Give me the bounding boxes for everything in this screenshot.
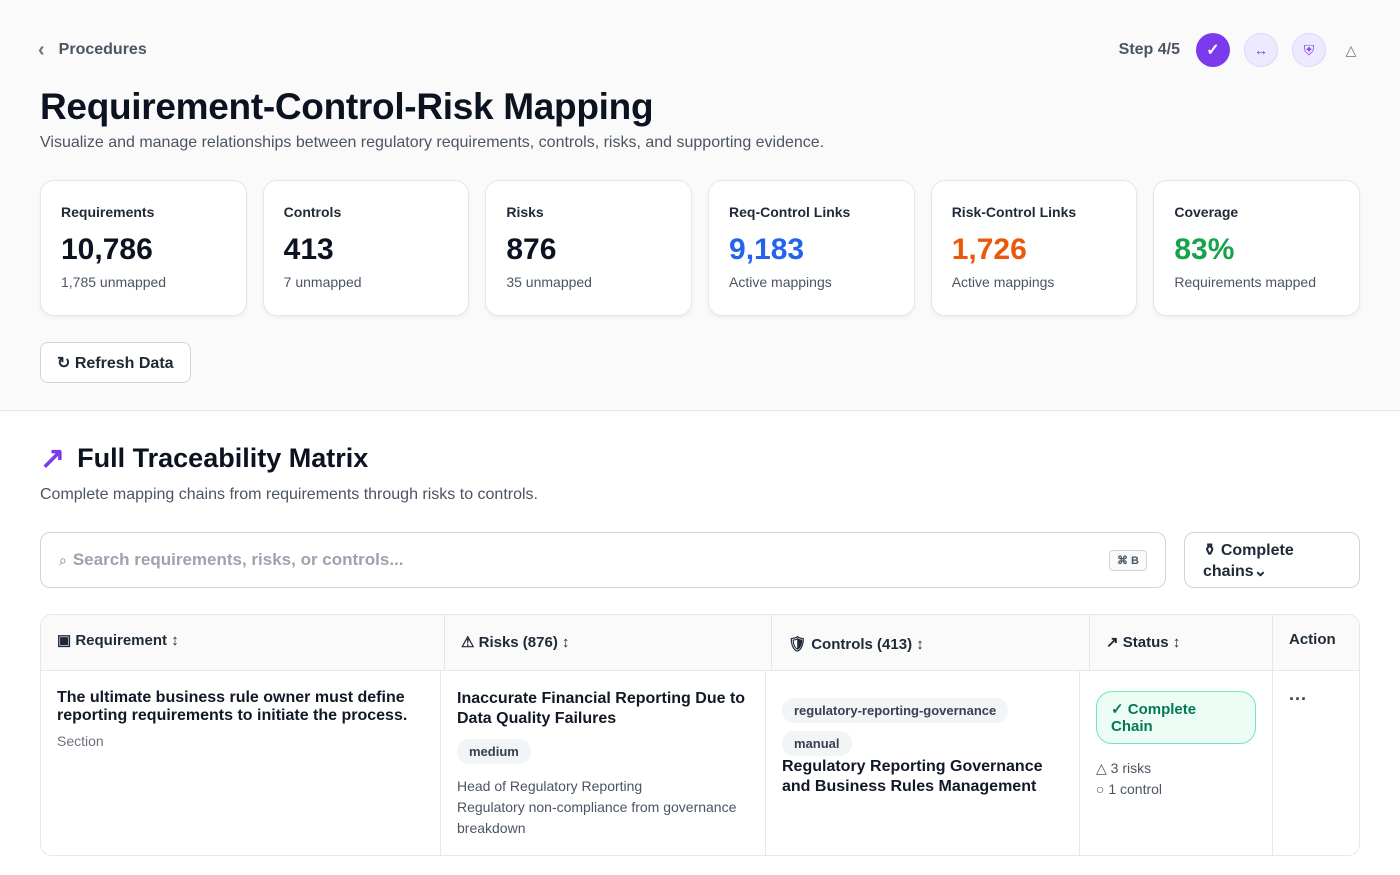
search-bar[interactable]: ⌕ ⌘ B (40, 532, 1166, 588)
trend-arrow-icon: ↗ (40, 441, 66, 475)
stat-cards: Requirements 10,786 1,785 unmapped Contr… (40, 180, 1361, 316)
status-badge: ✓ Complete Chain (1096, 691, 1256, 744)
stat-card-risk-control-links: Risk-Control Links 1,726 Active mappings (930, 180, 1138, 316)
column-header-controls[interactable]: 🛡 Controls (413) ↕ (772, 615, 1090, 671)
stat-label: Risk-Control Links (951, 204, 1077, 220)
stat-card-coverage: Coverage 83% Requirements mapped (1153, 180, 1361, 316)
shield-icon[interactable]: ⛨ (1292, 33, 1326, 67)
stat-label: Risks (506, 204, 544, 220)
page-subtitle: Visualize and manage relationships betwe… (40, 134, 825, 151)
stat-label: Req-Control Links (729, 204, 851, 220)
stat-value: 876 (506, 233, 557, 266)
warning-triangle-icon[interactable]: △ (1340, 33, 1362, 67)
step-label: Step 4/5 (1118, 41, 1180, 58)
back-label: Procedures (58, 41, 147, 58)
column-header-risks[interactable]: ⚠ Risks (876) ↕ (445, 615, 772, 671)
control-tag-badge: regulatory-reporting-governance (782, 698, 1009, 723)
more-actions-icon[interactable]: ··· (1289, 689, 1307, 709)
stat-note: 7 unmapped (283, 274, 362, 290)
requirement-cell: The ultimate business rule owner must de… (41, 671, 441, 855)
filter-label-line2: chains⌄ (1203, 563, 1268, 580)
search-input[interactable] (72, 550, 1109, 570)
risk-owner: Head of Regulatory Reporting (457, 778, 643, 794)
column-header-status[interactable]: ↗ Status ↕ (1090, 615, 1273, 671)
stat-label: Requirements (61, 204, 155, 220)
stat-note: 1,785 unmapped (61, 274, 167, 290)
stat-label: Controls (283, 204, 342, 220)
requirement-type: Section (57, 733, 104, 749)
stat-label: Coverage (1174, 204, 1239, 220)
stat-value: 83% (1174, 233, 1235, 266)
page-header-area: ‹ Procedures Step 4/5 ✓ ↔ ⛨ △ Requiremen… (0, 0, 1400, 411)
filter-label-line1: ⚱ Complete (1203, 542, 1294, 559)
stat-value: 413 (283, 233, 334, 266)
control-title: Regulatory Reporting Governance and Busi… (782, 758, 1043, 795)
stat-note: 35 unmapped (506, 274, 592, 290)
stat-card-req-control-links: Req-Control Links 9,183 Active mappings (708, 180, 915, 316)
stat-note: Active mappings (951, 274, 1055, 290)
control-count: ○ 1 control (1096, 781, 1163, 797)
status-cell: ✓ Complete Chain △ 3 risks ○ 1 control (1080, 671, 1273, 855)
link-arrows-icon[interactable]: ↔ (1244, 33, 1278, 67)
control-cell: regulatory-reporting-governance manual R… (766, 671, 1080, 855)
stat-note: Requirements mapped (1174, 274, 1316, 290)
requirement-text: The ultimate business rule owner must de… (57, 689, 408, 724)
risk-description: Regulatory non-compliance from governanc… (457, 799, 737, 836)
stat-value: 1,726 (951, 233, 1027, 266)
column-header-requirement[interactable]: ▣ Requirement ↕ (41, 615, 445, 671)
page-title: Requirement-Control-Risk Mapping (40, 86, 654, 127)
keyboard-shortcut-badge: ⌘ B (1109, 549, 1147, 571)
step-indicator: Step 4/5 ✓ ↔ ⛨ △ (1119, 33, 1362, 67)
check-icon[interactable]: ✓ (1196, 33, 1230, 67)
chain-filter-dropdown[interactable]: ⚱ Complete chains⌄ (1184, 532, 1360, 588)
risk-title: Inaccurate Financial Reporting Due to Da… (457, 690, 746, 727)
table-header: ▣ Requirement ↕ ⚠ Risks (876) ↕ 🛡 Contro… (41, 615, 1359, 671)
chevron-left-icon: ‹ (38, 39, 45, 61)
stat-value: 10,786 (61, 233, 153, 266)
stat-note: Active mappings (729, 274, 832, 290)
risk-count: △ 3 risks (1096, 760, 1152, 776)
stat-value: 9,183 (729, 233, 805, 266)
control-type-badge: manual (782, 731, 852, 756)
back-link[interactable]: ‹ Procedures (38, 40, 147, 60)
refresh-data-button[interactable]: ↻ Refresh Data (40, 342, 191, 383)
action-cell: ··· (1273, 671, 1359, 855)
stat-card-risks: Risks 876 35 unmapped (485, 180, 693, 316)
stat-card-controls: Controls 413 7 unmapped (262, 180, 470, 316)
traceability-section: ↗ Full Traceability Matrix Complete mapp… (0, 412, 1400, 875)
risk-cell: Inaccurate Financial Reporting Due to Da… (441, 671, 766, 855)
risk-level-badge: medium (457, 739, 531, 764)
column-header-action: Action (1289, 631, 1336, 648)
search-icon: ⌕ (59, 551, 67, 568)
section-title: Full Traceability Matrix (77, 443, 369, 473)
section-subtitle: Complete mapping chains from requirement… (40, 486, 538, 503)
stat-card-requirements: Requirements 10,786 1,785 unmapped (40, 180, 247, 316)
section-header: ↗ Full Traceability Matrix (40, 443, 368, 474)
traceability-table: ▣ Requirement ↕ ⚠ Risks (876) ↕ 🛡 Contro… (40, 614, 1360, 856)
